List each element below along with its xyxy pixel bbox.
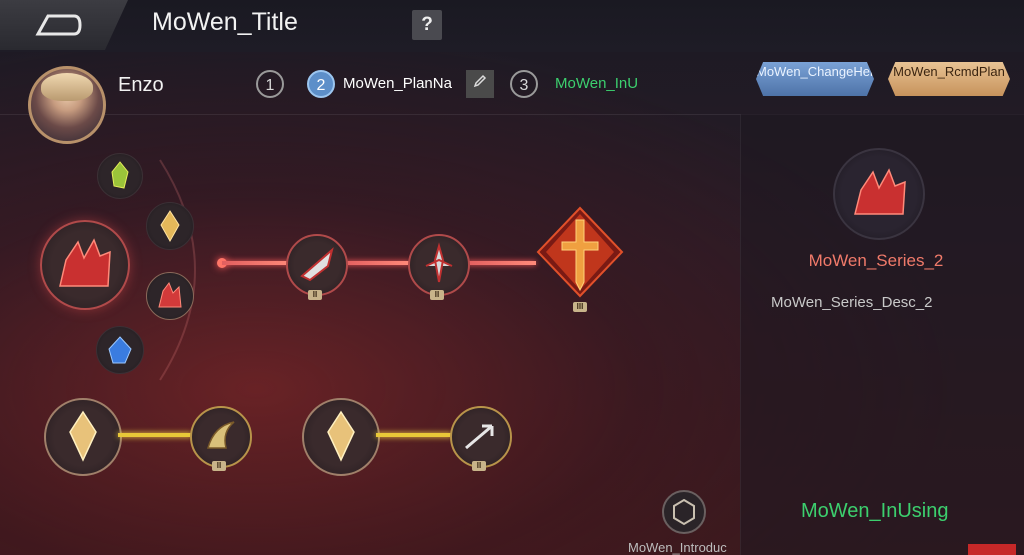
back-button[interactable]: [0, 0, 128, 50]
tier-badge: II: [430, 290, 444, 300]
edit-plan-button[interactable]: [466, 70, 494, 98]
gold-crystal-icon: [69, 410, 97, 462]
red-link-2: [344, 261, 410, 265]
video-watermark: [968, 544, 1016, 555]
gem-green-node[interactable]: [97, 153, 143, 199]
gold-arrow-node[interactable]: [450, 406, 512, 468]
spear-icon: [425, 242, 453, 283]
pencil-icon: [473, 74, 487, 88]
flame-sword-node[interactable]: [530, 200, 630, 306]
flame-sword-icon: [536, 206, 624, 298]
gold-link-1: [118, 433, 192, 437]
gem-blue-node[interactable]: [96, 326, 144, 374]
hero-avatar[interactable]: [28, 66, 106, 144]
tier-badge: II: [212, 461, 226, 471]
plan-3-name: MoWen_InU: [555, 75, 639, 92]
red-blade-node[interactable]: [286, 234, 348, 296]
tree-arc: [159, 159, 196, 381]
introduction-label: MoWen_Introduc: [628, 540, 727, 555]
gem-red-small-node[interactable]: [146, 272, 194, 320]
recommend-plan-button[interactable]: MoWen_RcmdPlan: [888, 62, 1010, 96]
series-description: MoWen_Series_Desc_2: [771, 294, 933, 311]
red-link-1: [222, 261, 292, 265]
red-crystal-small-icon: [158, 281, 182, 308]
gold-crystal-icon: [327, 410, 355, 462]
page-title: MoWen_Title: [152, 8, 298, 36]
tier-badge: III: [573, 302, 587, 312]
claw-icon: [207, 421, 235, 449]
in-using-status: MoWen_InUsing: [801, 500, 949, 522]
red-crystal-icon: [59, 238, 111, 287]
red-link-3: [466, 261, 536, 265]
gem-gold-node[interactable]: [146, 202, 194, 250]
change-hero-button[interactable]: MoWen_ChangeHero: [756, 62, 874, 96]
red-spear-node[interactable]: [408, 234, 470, 296]
introduction-icon: [673, 498, 695, 526]
arrow-icon: [465, 424, 494, 450]
red-blade-icon: [300, 247, 334, 282]
selected-series-icon: [833, 148, 925, 240]
red-crystal-icon: [854, 168, 906, 215]
gold-crystal-node-2[interactable]: [302, 398, 380, 476]
tier-badge: II: [308, 290, 322, 300]
top-bar: MoWen_Title ?: [0, 0, 1024, 52]
gold-link-2: [376, 433, 452, 437]
plan-tab-2[interactable]: 2: [307, 70, 335, 98]
blue-gem-icon: [108, 336, 132, 364]
plan-tab-1[interactable]: 1: [256, 70, 284, 98]
help-button[interactable]: ?: [412, 10, 442, 40]
plan-2-name: MoWen_PlanNa: [343, 75, 452, 92]
gold-claw-node[interactable]: [190, 406, 252, 468]
gold-gem-icon: [160, 210, 180, 243]
tier-badge: II: [472, 461, 486, 471]
gold-crystal-node-1[interactable]: [44, 398, 122, 476]
main-red-crystal-node[interactable]: [40, 220, 130, 310]
hero-hair: [41, 73, 93, 101]
series-name: MoWen_Series_2: [808, 251, 944, 270]
detail-panel: MoWen_Series_2 MoWen_Series_Desc_2 MoWen…: [740, 114, 1024, 555]
green-gem-icon: [111, 161, 129, 189]
introduction-button[interactable]: [662, 490, 706, 534]
plan-tab-3[interactable]: 3: [510, 70, 538, 98]
hero-name: Enzo: [118, 74, 164, 96]
back-arrow-icon: [35, 14, 82, 36]
